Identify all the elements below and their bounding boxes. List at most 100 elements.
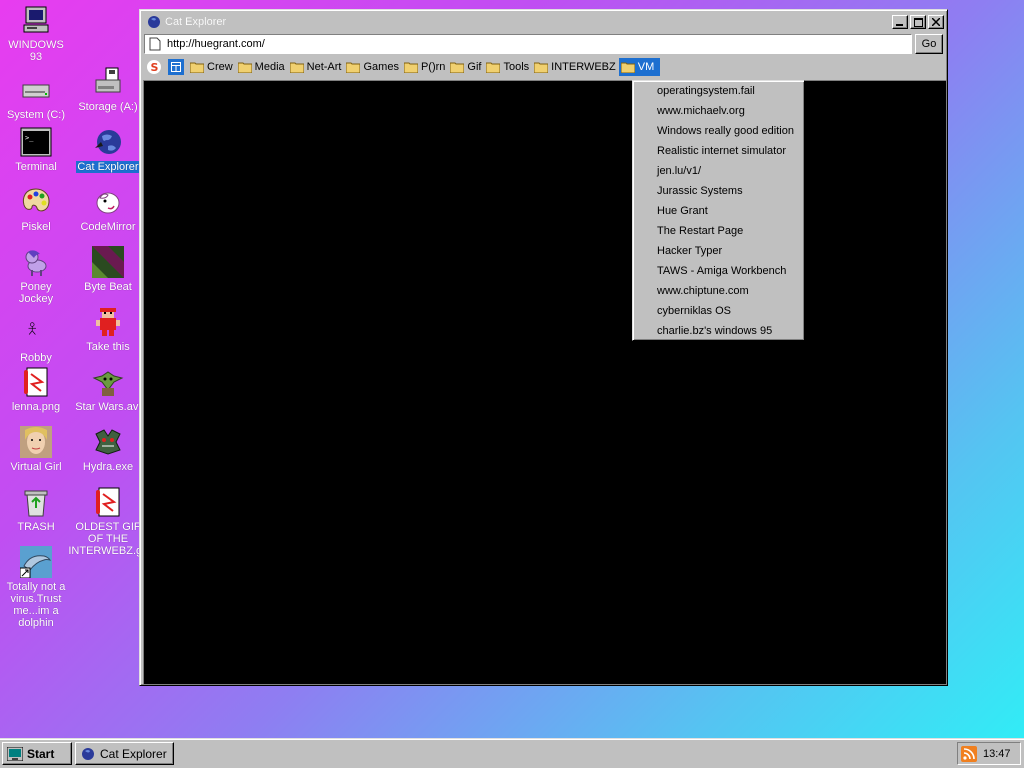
folder-icon (237, 62, 252, 73)
clock: 13:47 (983, 747, 1011, 760)
desktop-icon-label: Virtual Girl (10, 461, 62, 473)
menu-item[interactable]: charlie.bz's windows 95 (633, 321, 804, 341)
desktop-icon-robby[interactable]: Robby (1, 316, 71, 364)
desktop-icon-label: Take this (86, 341, 130, 353)
dolphin-icon (20, 546, 52, 578)
desktop-icon-byte-beat[interactable]: Byte Beat (73, 246, 143, 293)
close-button[interactable] (928, 15, 944, 29)
svg-text:>_: >_ (25, 134, 34, 142)
address-field[interactable] (144, 34, 912, 54)
bookmark-porn[interactable]: P()rn (402, 58, 448, 76)
yoda-icon (92, 371, 124, 396)
menu-item[interactable]: cyberniklas OS (633, 301, 804, 321)
bytebeat-icon (92, 246, 124, 278)
image-file-icon (24, 367, 48, 397)
desktop-icon-storage-a[interactable]: Storage (A:) (73, 66, 143, 113)
maximize-icon (913, 17, 923, 27)
menu-item[interactable]: Realistic internet simulator (633, 141, 804, 161)
desktop-icon-virtual-girl[interactable]: Virtual Girl (1, 426, 71, 473)
desktop-icon-label: Star Wars.avi (75, 401, 141, 413)
desktop-icon-label: Robby (20, 352, 52, 364)
desktop-icon-take-this[interactable]: Take this (73, 306, 143, 353)
menu-item[interactable]: The Restart Page (633, 221, 804, 241)
robby-icon (28, 322, 36, 335)
bookmark-label: Crew (207, 61, 233, 73)
menu-item[interactable]: Windows really good edition (633, 121, 804, 141)
menu-item[interactable]: www.chiptune.com (633, 281, 804, 301)
rss-icon[interactable] (961, 745, 977, 762)
menu-item[interactable]: jen.lu/v1/ (633, 161, 804, 181)
bookmarks-bar: S Crew Media Net-Art Games P()rn Gif Too… (144, 57, 943, 77)
folder-icon (486, 62, 501, 73)
palette-icon (22, 188, 50, 212)
maximize-button[interactable] (910, 15, 926, 29)
bookmark-interwebz[interactable]: INTERWEBZ (532, 58, 619, 76)
globe-icon (148, 16, 160, 28)
vm-dropdown-menu: operatingsystem.fail www.michaelv.org Wi… (632, 80, 805, 341)
desktop-icon-label: lenna.png (11, 401, 61, 413)
hydra-icon (95, 429, 121, 455)
desktop-icon-cat-explorer[interactable]: Cat Explorer (73, 126, 143, 173)
desktop-icon-system-c[interactable]: System (C:) (1, 74, 71, 121)
computer-icon (23, 6, 49, 33)
start-logo-icon (7, 746, 23, 761)
browser-viewport[interactable] (143, 80, 946, 684)
s-logo-icon[interactable]: S (146, 59, 162, 75)
desktop-icon-poney-jockey[interactable]: Poney Jockey (1, 246, 71, 305)
gif-file-icon (96, 487, 120, 517)
trash-icon (24, 490, 48, 517)
system-tray: 13:47 (957, 742, 1021, 765)
desktop-icon-label: Piskel (21, 221, 51, 233)
bookmark-label: Media (254, 61, 285, 73)
folder-icon (534, 62, 549, 73)
menu-item[interactable]: TAWS - Amiga Workbench (633, 261, 804, 281)
desktop-icon-piskel[interactable]: Piskel (1, 186, 71, 233)
desktop-icon-label: Hydra.exe (82, 461, 134, 473)
desktop-icon-label: Totally not a virus.Trust me...im a dolp… (6, 581, 66, 629)
bookmark-tools[interactable]: Tools (484, 58, 532, 76)
menu-item[interactable]: Hue Grant (633, 201, 804, 221)
menu-item[interactable]: Hacker Typer (633, 241, 804, 261)
start-label: Start (27, 746, 55, 761)
desktop-icon-codemirror[interactable]: CodeMirror (73, 186, 143, 233)
page-icon (149, 37, 161, 51)
desktop-icon-hydra[interactable]: Hydra.exe (73, 426, 143, 473)
desktop-icon-lenna-png[interactable]: lenna.png (1, 366, 71, 413)
menu-item[interactable]: Jurassic Systems (633, 181, 804, 201)
desktop-icon-windows93[interactable]: WINDOWS 93 (1, 4, 71, 63)
taskbar-item-label: Cat Explorer (100, 746, 167, 761)
codemirror-icon (96, 192, 120, 214)
take-this-icon (96, 308, 120, 336)
start-button[interactable]: Start (2, 742, 72, 765)
desktop-icon-dolphin[interactable]: Totally not a virus.Trust me...im a dolp… (1, 546, 71, 629)
bookmark-games[interactable]: Games (344, 58, 401, 76)
windows-icon[interactable] (168, 59, 184, 75)
bookmark-vm[interactable]: VM (618, 58, 661, 76)
desktop-icon-oldest-gif[interactable]: OLDEST GIF OF THE INTERWEBZ.gif (68, 486, 148, 557)
bookmark-label: VM (637, 61, 655, 73)
bookmark-label: Games (363, 61, 399, 73)
desktop-icon-trash[interactable]: TRASH (1, 486, 71, 533)
folder-icon (403, 62, 418, 73)
desktop-icon-terminal[interactable]: >_ Terminal (1, 126, 71, 173)
folder-icon (346, 62, 361, 73)
taskbar-item-cat-explorer[interactable]: Cat Explorer (75, 742, 174, 765)
bookmark-net-art[interactable]: Net-Art (288, 58, 345, 76)
minimize-button[interactable] (892, 15, 908, 29)
bookmark-crew[interactable]: Crew (188, 58, 236, 76)
floppy-icon (95, 67, 121, 93)
hard-drive-icon (22, 84, 50, 98)
cat-explorer-window[interactable]: Cat Explorer Go S (139, 9, 948, 686)
window-titlebar[interactable]: Cat Explorer (143, 13, 944, 31)
window-title: Cat Explorer (165, 16, 227, 28)
address-bar-row: Go (144, 33, 943, 55)
bookmark-gif[interactable]: Gif (448, 58, 484, 76)
menu-item[interactable]: www.michaelv.org (633, 101, 804, 121)
bookmark-label: Gif (467, 61, 482, 73)
menu-item[interactable]: operatingsystem.fail (633, 81, 804, 101)
bookmark-media[interactable]: Media (236, 58, 288, 76)
go-button[interactable]: Go (915, 34, 943, 54)
desktop-icon-star-wars[interactable]: Star Wars.avi (73, 366, 143, 413)
address-input[interactable] (167, 38, 911, 50)
desktop-icon-label: Storage (A:) (78, 101, 138, 113)
